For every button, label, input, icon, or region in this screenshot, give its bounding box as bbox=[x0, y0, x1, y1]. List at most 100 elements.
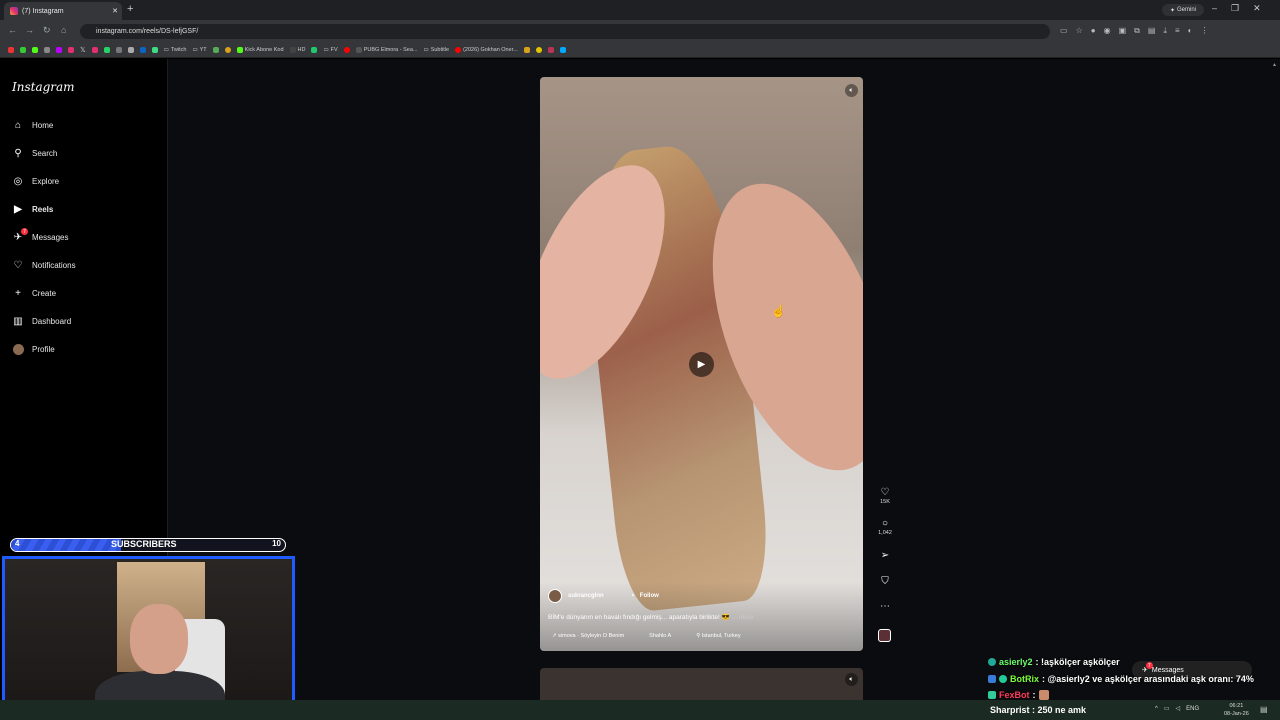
audio-thumbnail[interactable] bbox=[878, 629, 891, 642]
new-tab-button[interactable]: + bbox=[127, 3, 133, 15]
nav-reels[interactable]: ▶ Reels bbox=[12, 201, 53, 217]
youtube-icon[interactable] bbox=[343, 46, 350, 53]
reload-icon[interactable]: ↻ bbox=[43, 25, 51, 36]
scroll-up-arrow-icon[interactable]: ▲ bbox=[1272, 62, 1277, 70]
extension-icon[interactable]: ≡ bbox=[1175, 26, 1180, 36]
avatar[interactable] bbox=[548, 589, 562, 603]
nav-create[interactable]: + Create bbox=[12, 285, 56, 301]
cast-icon[interactable]: ▭ bbox=[1060, 26, 1068, 36]
x-icon[interactable]: 𝕏 bbox=[80, 46, 86, 54]
bookmark-star-icon[interactable]: ☆ bbox=[1076, 26, 1083, 36]
bookmark-icon[interactable] bbox=[559, 46, 566, 53]
chat-message: : !aşkölçer aşkölçer bbox=[1035, 657, 1120, 668]
restore-button[interactable]: ❐ bbox=[1231, 3, 1239, 14]
bookmark-hd[interactable]: HD bbox=[289, 46, 305, 53]
bookmark-icon[interactable] bbox=[91, 46, 98, 53]
bookmark-yt[interactable]: ▭ YT bbox=[192, 47, 206, 53]
alert-text: : 250 ne amk bbox=[1032, 705, 1087, 715]
bookmark-gokhan[interactable]: (2026) Gokhan Oner... bbox=[455, 46, 518, 53]
puzzle-icon[interactable]: ⧉ bbox=[1134, 26, 1140, 36]
nav-messages[interactable]: ✈ 7 Messages bbox=[12, 228, 69, 245]
gemini-button[interactable]: ✦ Gemini bbox=[1162, 4, 1204, 16]
bookmark-subtitle[interactable]: ▭ Subtitle bbox=[424, 47, 450, 53]
bookmark-fv[interactable]: ▭ FV bbox=[323, 47, 337, 53]
play-icon[interactable]: ▶ bbox=[689, 352, 714, 377]
back-arrow-icon[interactable]: ← bbox=[8, 25, 17, 35]
network-icon[interactable]: ▭ bbox=[1164, 705, 1170, 712]
nav-label: Create bbox=[32, 288, 57, 298]
instagram-bookmark-icon[interactable] bbox=[68, 46, 74, 53]
extension-icon[interactable]: ● bbox=[1091, 26, 1096, 36]
nav-search[interactable]: ⚲ Search bbox=[12, 145, 57, 161]
reel-username[interactable]: sukrancglnn bbox=[568, 593, 604, 599]
speaker-icon[interactable]: ◁ bbox=[1176, 705, 1181, 712]
bookmark-icon[interactable] bbox=[8, 46, 14, 53]
trophy-icon[interactable] bbox=[523, 46, 530, 53]
profile-icon[interactable]: ◐ bbox=[1188, 26, 1193, 36]
bookmark-kick-abone[interactable]: Kick Abone Kod bbox=[236, 46, 284, 53]
bookmark-icon[interactable] bbox=[224, 46, 231, 53]
extension-icon[interactable]: ▣ bbox=[1119, 26, 1127, 36]
nav-notifications[interactable]: ♡ Notifications bbox=[12, 257, 76, 273]
whatsapp-icon[interactable] bbox=[103, 46, 110, 53]
speaker-icon[interactable]: 🔈︎ bbox=[845, 84, 858, 97]
bookmark-icon[interactable] bbox=[44, 46, 50, 53]
nav-profile[interactable]: Profile bbox=[12, 341, 55, 357]
download-icon[interactable]: ⤓ bbox=[1163, 26, 1167, 36]
bookmark-icon[interactable] bbox=[127, 46, 134, 53]
menu-dots-icon[interactable]: ⋮ bbox=[1200, 26, 1208, 36]
more-options-button[interactable]: ⋯ bbox=[876, 601, 894, 612]
bookmark-icon[interactable] bbox=[115, 46, 122, 53]
home-icon: ⌂ bbox=[14, 119, 22, 131]
like-button[interactable]: ♡ 15K bbox=[876, 487, 894, 505]
bookmark-icon[interactable] bbox=[212, 46, 219, 53]
location-link[interactable]: ⚲ Istanbul, Turkey bbox=[696, 633, 740, 639]
bookmark-pubg[interactable]: PUBG Elmora - Sea... bbox=[355, 46, 418, 53]
folder-icon: ▭ bbox=[192, 46, 198, 53]
taskbar-clock[interactable]: 06:21 08-Jan-26 bbox=[1224, 702, 1249, 718]
linkedin-icon[interactable] bbox=[139, 46, 146, 53]
chevron-up-icon[interactable]: ^ bbox=[1155, 706, 1158, 712]
tab-close-icon[interactable]: ✕ bbox=[112, 7, 118, 15]
more-link[interactable]: ... more bbox=[732, 614, 754, 621]
nav-label: Messages bbox=[32, 232, 69, 242]
minimize-button[interactable]: – bbox=[1212, 3, 1217, 14]
speaker-icon[interactable]: 🔈︎ bbox=[845, 673, 858, 686]
notification-center-icon[interactable]: ▤ bbox=[1260, 705, 1268, 714]
tagged-user[interactable]: Shahlo A bbox=[649, 633, 671, 639]
extension-icon[interactable]: ◉ bbox=[1104, 26, 1111, 36]
music-link[interactable]: ↗ simova · Söyleyin O Benim bbox=[552, 633, 624, 639]
bookmark-icon[interactable] bbox=[535, 46, 542, 53]
share-button[interactable]: ➢ bbox=[876, 550, 894, 561]
browser-tab[interactable]: (7) Instagram ✕ bbox=[4, 2, 122, 20]
heart-icon: ♡ bbox=[13, 259, 23, 271]
nav-home[interactable]: ⌂ Home bbox=[12, 117, 53, 133]
forward-arrow-icon[interactable]: → bbox=[25, 25, 34, 35]
bookmark-icon[interactable] bbox=[20, 46, 26, 53]
nav-label: Explore bbox=[32, 176, 60, 186]
instagram-logo[interactable]: Instagram bbox=[12, 80, 75, 94]
nav-dashboard[interactable]: ▥ Dashboard bbox=[12, 313, 71, 329]
bookmark-label: YT bbox=[199, 46, 207, 53]
address-bar[interactable]: instagram.com/reels/DS-lefjGSF/ bbox=[80, 24, 1050, 39]
bookmark-icon[interactable] bbox=[56, 46, 62, 53]
nav-explore[interactable]: ◎ Explore bbox=[12, 173, 60, 189]
close-window-button[interactable]: ✕ bbox=[1253, 3, 1261, 14]
android-icon[interactable] bbox=[151, 46, 158, 53]
save-button[interactable]: ⛉ bbox=[876, 576, 894, 587]
comment-count: 1,042 bbox=[878, 530, 892, 536]
comment-button[interactable]: ○ 1,042 bbox=[876, 518, 894, 536]
bookmark-icon[interactable] bbox=[547, 46, 554, 53]
language-indicator[interactable]: ENG bbox=[1186, 706, 1199, 712]
bookmark-label: (2026) Gokhan Oner... bbox=[463, 46, 518, 53]
sidebar-icon[interactable]: ▤ bbox=[1148, 26, 1156, 36]
follow-button[interactable]: Follow bbox=[640, 593, 659, 599]
bookmark-twitch[interactable]: ▭ Twitch bbox=[164, 47, 187, 53]
bookmark-label: FV bbox=[330, 46, 338, 53]
bookmark-icon[interactable] bbox=[311, 46, 318, 53]
home-browser-icon[interactable]: ⌂ bbox=[61, 25, 66, 35]
reel-video[interactable]: 🔈︎ ▶ sukrancglnn • Follow BİM'e dünyanın… bbox=[540, 77, 863, 651]
next-reel-video[interactable] bbox=[540, 668, 863, 700]
kick-icon[interactable] bbox=[32, 46, 38, 53]
nav-label: Profile bbox=[32, 344, 55, 354]
